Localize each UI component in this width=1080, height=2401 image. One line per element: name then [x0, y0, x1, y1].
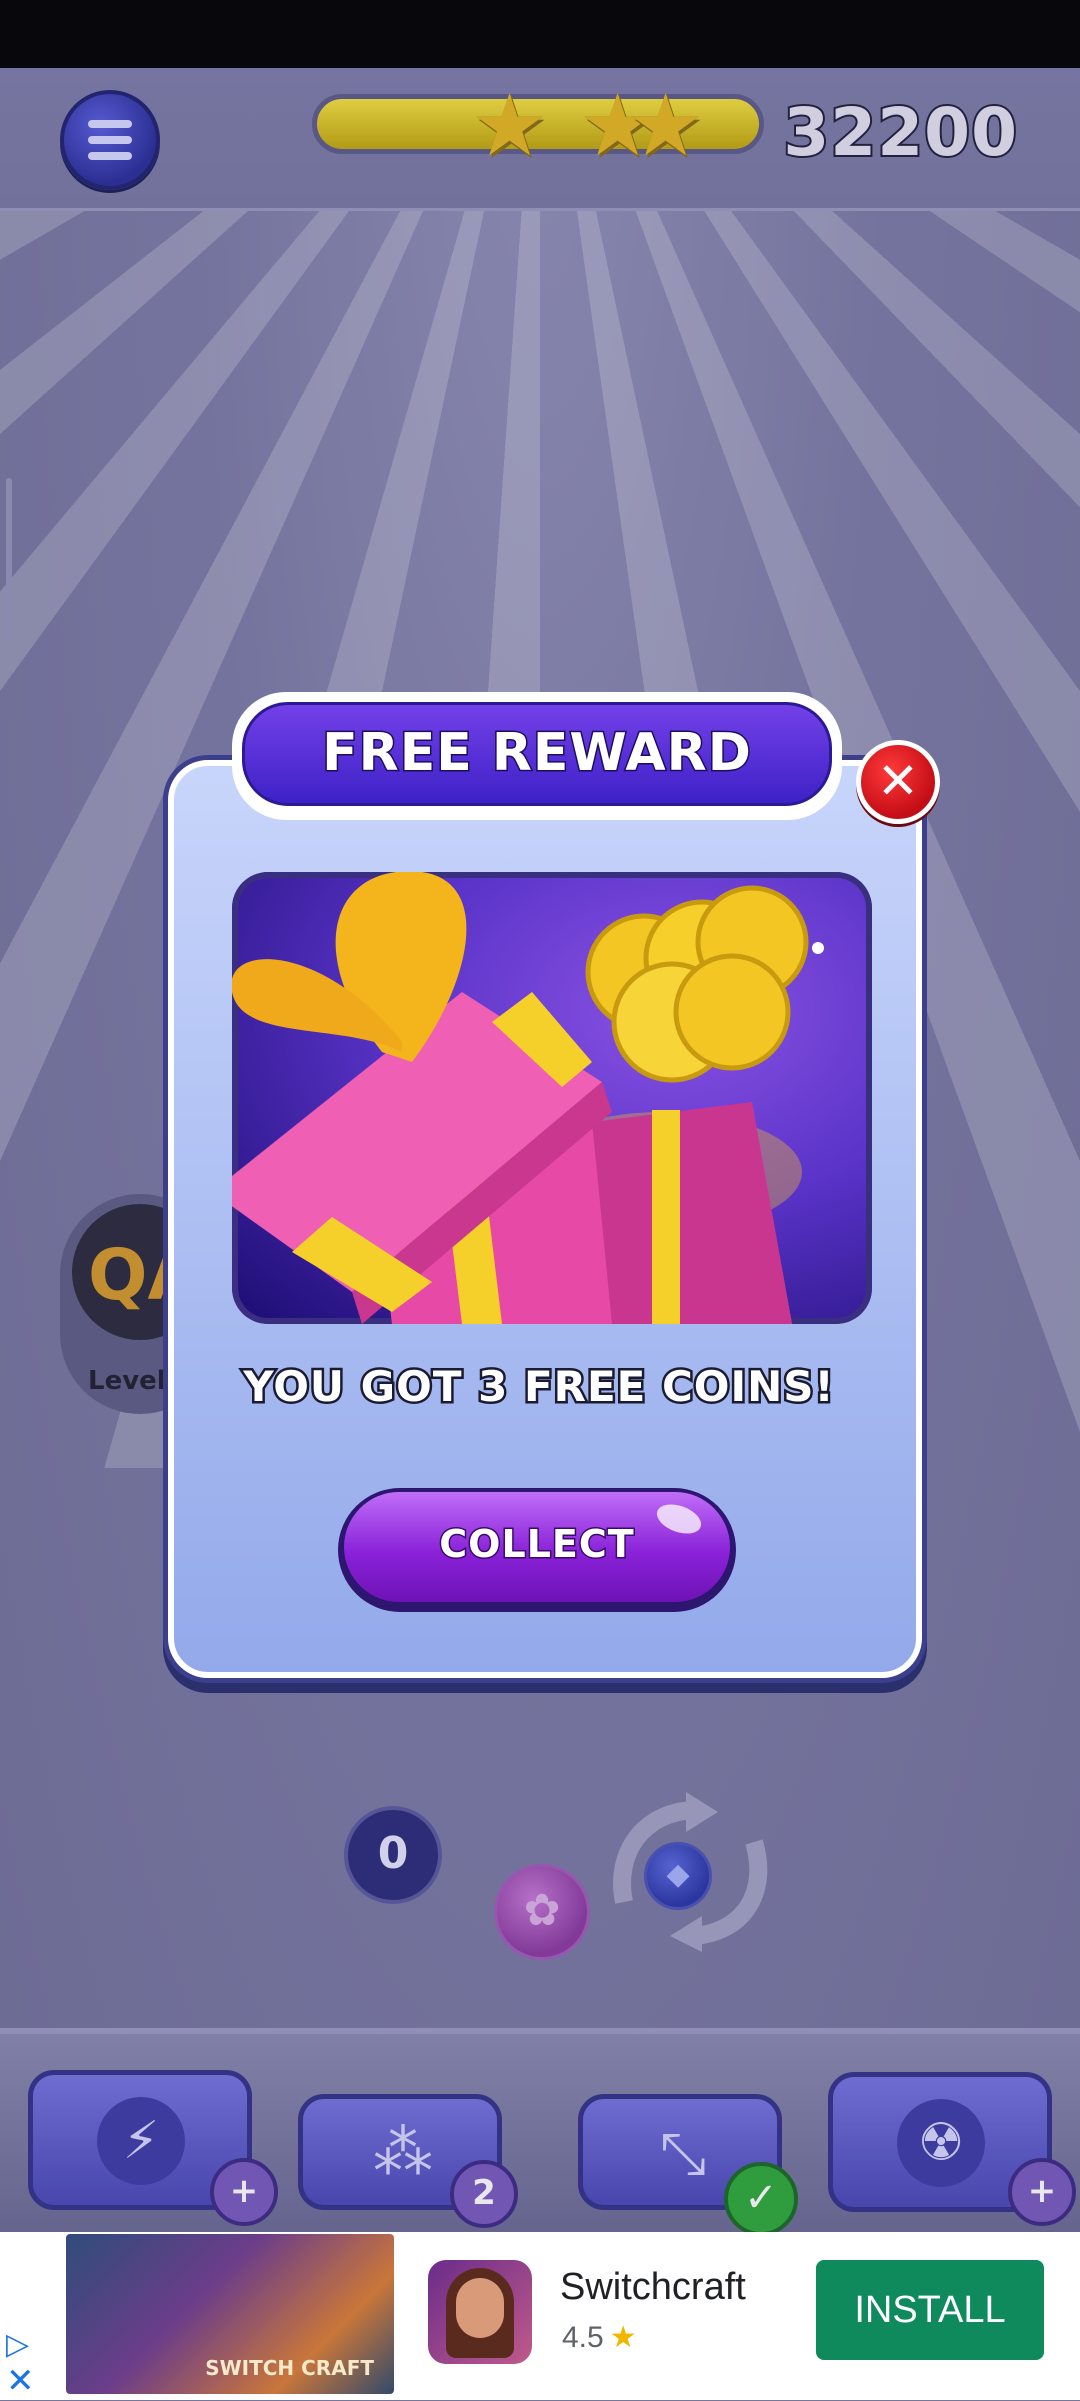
reward-message: YOU GOT 3 FREE COINS! [241, 1360, 836, 1414]
star-icon: ★ [609, 2321, 637, 2354]
ad-app-name[interactable]: Switchcraft [560, 2266, 746, 2309]
popup-title-banner: FREE REWARD [232, 692, 842, 820]
ad-thumbnail-logo: SWITCH CRAFT [205, 2356, 374, 2380]
collect-button[interactable]: COLLECT [338, 1488, 736, 1612]
install-button[interactable]: INSTALL [816, 2260, 1044, 2360]
ad-close-icon[interactable]: ✕ [6, 2364, 40, 2400]
ad-rating: 4.5 ★ [562, 2320, 637, 2355]
ad-choices-icon[interactable]: ▷ [6, 2328, 40, 2362]
ad-rating-value: 4.5 [562, 2321, 604, 2354]
ad-app-icon[interactable] [428, 2260, 532, 2364]
close-icon[interactable]: ✕ [856, 740, 940, 824]
ad-thumbnail[interactable]: SWITCH CRAFT [66, 2234, 394, 2394]
popup-title: FREE REWARD [321, 722, 753, 785]
gift-box-icon [232, 872, 824, 1324]
reward-illustration [232, 872, 872, 1324]
